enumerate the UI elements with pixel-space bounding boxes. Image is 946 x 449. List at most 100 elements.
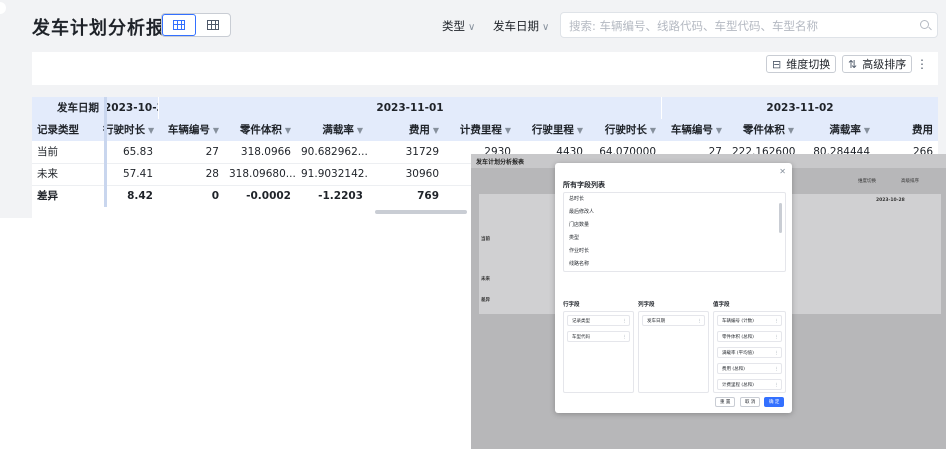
advanced-sort-button[interactable]: ⇅ 高级排序: [842, 55, 913, 73]
drag-handle-icon: ⋮: [774, 319, 780, 324]
column-header[interactable]: 车辆编号 ▼: [661, 119, 727, 141]
sort-dropdown-icon: ▼: [504, 126, 511, 135]
column-header[interactable]: 费用: [875, 119, 938, 141]
sort-dropdown-icon: ▼: [576, 126, 583, 135]
date-filter[interactable]: 发车日期 ∨: [493, 18, 549, 34]
table-cell: 91.9032142...: [301, 168, 368, 180]
embedded-toolbar-button: 维度切换: [858, 179, 876, 184]
drag-handle-icon: ⋮: [774, 351, 780, 356]
column-header[interactable]: 零件体积 ▼: [224, 119, 296, 141]
sort-dropdown-icon: ▼: [715, 126, 722, 135]
drag-handle-icon: ⋮: [774, 335, 780, 340]
field-item[interactable]: 最后修改人: [564, 206, 785, 219]
row-fields-label: 行字段: [563, 302, 580, 308]
field-settings-modal: ✕ 所有字段列表 总时长 最后修改人 门店数量 类型 作业时长 线路名称 行字段…: [555, 163, 792, 413]
sort-dropdown-icon: ▼: [148, 126, 155, 135]
row-field-chip[interactable]: 记录类型 ⋮: [567, 315, 630, 326]
column-fields-label: 列字段: [638, 302, 655, 308]
value-field-chip[interactable]: 费用 (总和) ⋮: [717, 363, 782, 374]
dimension-switch-label: 维度切换: [786, 58, 831, 71]
sort-dropdown-icon: ▼: [212, 126, 219, 135]
table-cell: 318.0966: [240, 146, 291, 158]
column-header[interactable]: 满载率 ▼: [296, 119, 368, 141]
table-cell: 31729: [405, 146, 439, 158]
value-field-chip[interactable]: 计费里程 (总和) ⋮: [717, 379, 782, 390]
advanced-sort-label: 高级排序: [862, 58, 907, 71]
column-header[interactable]: 行驶时长 ▼: [588, 119, 661, 141]
column-header[interactable]: 计费里程 ▼: [444, 119, 516, 141]
embedded-row-label: 当前: [481, 237, 490, 242]
table-cell: 27: [205, 146, 219, 158]
chevron-down-icon: ∨: [468, 22, 476, 33]
table-cell: 318.09680...: [229, 168, 296, 180]
table-cell: 65.83: [122, 146, 153, 158]
dimension-icon: ⊟: [772, 57, 782, 71]
table-cell: 8.42: [127, 190, 153, 202]
record-type-header: 记录类型: [32, 119, 104, 141]
toolbar: ⊟ 维度切换 ⇅ 高级排序 ⋮: [32, 52, 938, 85]
row-field-chip[interactable]: 车型代码 ⋮: [567, 331, 630, 342]
table-cell: -1.2203: [318, 190, 363, 202]
sort-dropdown-icon: ▼: [432, 126, 439, 135]
field-list-scrollbar[interactable]: [779, 203, 782, 233]
reset-button[interactable]: 重 置: [715, 397, 736, 407]
chevron-down-icon: ∨: [542, 22, 550, 33]
column-field-chip[interactable]: 发车日期 ⋮: [642, 315, 705, 326]
view-toggle[interactable]: [161, 13, 231, 37]
row-label: 当前: [37, 146, 58, 158]
column-header[interactable]: 满载率 ▼: [799, 119, 875, 141]
column-header[interactable]: 行驶里程 ▼: [516, 119, 588, 141]
value-field-chip[interactable]: 车辆编号 (计数) ⋮: [717, 315, 782, 326]
embedded-row-label: 差异: [481, 298, 490, 303]
date-header: 2023-11-02: [661, 97, 938, 119]
table-cell: 30960: [405, 168, 439, 180]
table-cell: 90.682962...: [301, 146, 368, 158]
field-item[interactable]: 作业时长: [564, 245, 785, 258]
embedded-toolbar-button: 高级排序: [901, 179, 919, 184]
table-view-button[interactable]: [162, 14, 197, 36]
frozen-column-divider[interactable]: [104, 97, 107, 207]
value-field-chip[interactable]: 满载率 (平均值) ⋮: [717, 347, 782, 358]
cancel-button[interactable]: 取 消: [740, 397, 761, 407]
drag-handle-icon: ⋮: [622, 335, 628, 340]
more-options-icon[interactable]: ⋮: [916, 57, 928, 71]
field-list: 总时长 最后修改人 门店数量 类型 作业时长 线路名称: [563, 192, 786, 272]
field-item[interactable]: 门店数量: [564, 219, 785, 232]
column-header[interactable]: 零件体积 ▼: [727, 119, 799, 141]
pivot-grid-icon: [207, 20, 220, 30]
column-fields-box[interactable]: 发车日期 ⋮: [638, 311, 709, 393]
drag-handle-icon: ⋮: [622, 319, 628, 324]
search-input[interactable]: 搜索: 车辆编号、线路代码、车型代码、车型名称: [560, 12, 938, 38]
field-item[interactable]: 线路名称: [564, 258, 785, 271]
drag-handle-icon: ⋮: [774, 383, 780, 388]
type-filter[interactable]: 类型 ∨: [442, 18, 475, 34]
modal-title: 所有字段列表: [563, 181, 605, 189]
row-fields-box[interactable]: 记录类型 ⋮ 车型代码 ⋮: [563, 311, 634, 393]
column-header[interactable]: 车辆编号 ▼: [158, 119, 224, 141]
dimension-switch-button[interactable]: ⊟ 维度切换: [766, 55, 837, 73]
value-fields-label: 值字段: [713, 302, 730, 308]
column-header[interactable]: 行驶时长 ▼: [98, 119, 158, 141]
sort-dropdown-icon: ▼: [787, 126, 794, 135]
date-header: 2023-11-01: [158, 97, 661, 119]
field-item[interactable]: 总时长: [564, 193, 785, 206]
sort-dropdown-icon: ▼: [356, 126, 363, 135]
sort-dropdown-icon: ▼: [284, 126, 291, 135]
table-cell: 57.41: [122, 168, 153, 180]
value-fields-box[interactable]: 车辆编号 (计数) ⋮ 零件体积 (总和) ⋮ 满载率 (平均值) ⋮ 费用 (总和)…: [713, 311, 786, 393]
column-header[interactable]: 费用 ▼: [368, 119, 444, 141]
field-item[interactable]: 类型: [564, 232, 785, 245]
row-label: 未来: [37, 168, 58, 180]
sort-dropdown-icon: ▼: [649, 126, 656, 135]
table-cell: -0.0002: [246, 190, 291, 202]
row-label: 差异: [37, 190, 58, 202]
embedded-row-label: 未来: [481, 277, 490, 282]
pivot-view-button[interactable]: [196, 14, 230, 36]
value-field-chip[interactable]: 零件体积 (总和) ⋮: [717, 331, 782, 342]
close-icon[interactable]: ✕: [779, 167, 786, 176]
horizontal-scrollbar[interactable]: [375, 210, 467, 214]
date-filter-label: 发车日期: [493, 19, 539, 33]
drag-handle-icon: ⋮: [697, 319, 703, 324]
confirm-button[interactable]: 确 定: [764, 397, 785, 407]
type-filter-label: 类型: [442, 19, 465, 33]
